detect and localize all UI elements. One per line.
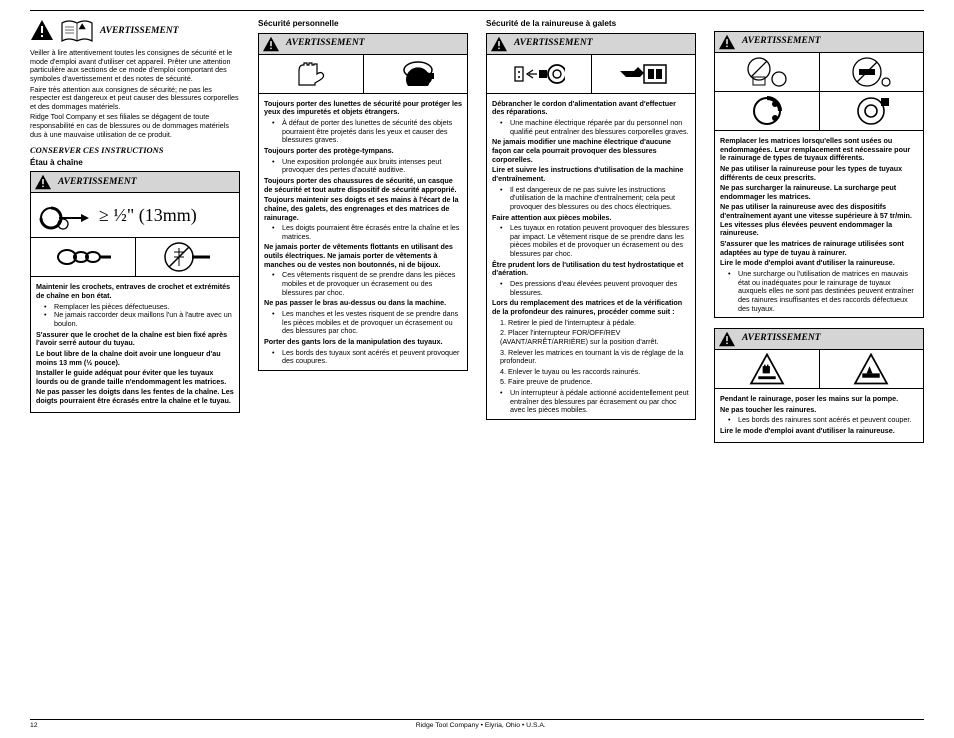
warning-triangle-icon [34,174,52,190]
disc-d6d: 4. Enlever le tuyau ou les raccords rain… [492,368,690,377]
pinch-p1: Pendant le rainurage, poser les mains su… [720,395,918,404]
warn-bar-title: AVERTISSEMENT [514,38,593,49]
chain-l2: S'assurer que le crochet de la chaîne es… [36,331,234,348]
disc-d6a: 1. Retirer le pied de l'interrupteur à p… [492,319,690,328]
ppe-b3t: Toujours porter des chaussures de sécuri… [264,177,462,194]
personal-safety-heading: Sécurité personnelle [258,19,468,29]
hook-spec-icon [35,196,95,234]
disc-d3t: Lire et suivre les instructions d'utilis… [492,166,690,183]
chain-l5: Ne pas passer les doigts dans les fentes… [36,388,234,405]
chain-sub1b: •Ne jamais raccorder deux maillons l'un … [36,311,234,328]
no-wrong-pipe-icon [849,55,893,89]
disc-d1a: Une machine électrique réparée par du pe… [510,119,690,136]
chain-l4: Installer le guide adéquat pour éviter q… [36,369,234,386]
ppe-b4t: Toujours maintenir ses doigts et ses mai… [264,196,462,222]
ppe-b7t: Porter des gants lors de la manipulation… [264,338,462,347]
ppe-b6t: Ne pas passer le bras au-dessus ou dans … [264,299,462,308]
page-number: 12 [30,722,38,730]
pinch-p2: Ne pas toucher les rainures. [720,406,918,415]
warning-triangle-icon [262,36,280,52]
disc-d3a: Il est dangereux de ne pas suivre les in… [510,186,690,212]
warning-triangle-icon [718,331,736,347]
wheel-w1: Remplacer les matrices lorsqu'elles sont… [720,137,918,163]
hand-crush-icon [747,353,787,385]
ppe-b2t: Toujours porter des protège-tympans. [264,147,462,156]
disc-d6c: 3. Relever les matrices en tournant la v… [492,349,690,366]
die-set-icon [849,94,893,128]
wheel-w4: Ne pas utiliser la rainureuse avec des d… [720,203,918,238]
warn-bar-title: AVERTISSEMENT [286,38,365,49]
unplug-icon [513,59,565,89]
warning-triangle-icon [490,36,508,52]
disc-d6t: Lors du remplacement des matrices et de … [492,299,690,316]
disc-d4t: Faire attention aux pièces mobiles. [492,214,690,223]
wrench-machine-icon [616,59,670,89]
ppe-b1a: À défaut de porter des lunettes de sécur… [282,119,462,145]
wheel-w7: Une surcharge ou l'utilisation de matric… [738,270,918,313]
intro-p2: Faire très attention aux consignes de sé… [30,86,240,112]
hand-cut-icon [851,353,891,385]
no-overload-icon [745,55,789,89]
chain-vise-heading: Étau à chaîne [30,158,240,168]
warning-triangle-icon [718,34,736,50]
ppe-b7a: Les bords des tuyaux sont acérés et peuv… [282,349,462,366]
disc-d6b: 2. Placer l'interrupteur FOR/OFF/REV (AV… [492,329,690,346]
chain-l1: Maintenir les crochets, entraves de croc… [36,283,234,300]
disc-d4a: Les tuyaux en rotation peuvent provoquer… [510,224,690,259]
spec-text: ≥ ½" (13mm) [99,205,197,227]
roller-icon [745,94,789,128]
disc-d2t: Ne jamais modifier une machine électriqu… [492,138,690,164]
groover-safety-heading: Sécurité de la rainureuse à galets [486,19,696,29]
wheel-warn-box: AVERTISSEMENT [714,31,924,318]
manual-icon [60,19,94,45]
pinch-p3: Les bords des rainures sont acérés et pe… [738,416,911,425]
ppe-b2a: Une exposition prolongée aux bruits inte… [282,158,462,175]
wheel-w6: Lire le mode d'emploi avant d'utiliser l… [720,259,918,268]
warning-triangle-icon [30,19,54,41]
disc-d1t: Débrancher le cordon d'alimentation avan… [492,100,690,117]
disc-d5t: Être prudent lors de l'utilisation du te… [492,261,690,278]
chain-l3: Le bout libre de la chaîne doit avoir un… [36,350,234,367]
ppe-b5a: Ces vêtements risquent de se prendre dan… [282,271,462,297]
intro-p3: Ridge Tool Company et ses filiales se dé… [30,113,240,139]
disc-d5a: Des pressions d'eau élevées peuvent prov… [510,280,690,297]
ppe-b1t: Toujours porter des lunettes de sécurité… [264,100,462,117]
warn-bar-title: AVERTISSEMENT [58,177,137,188]
ppe-b4a: Les doigts pourraient être écrasés entre… [282,224,462,241]
warn-bar-title: AVERTISSEMENT [742,333,821,344]
chain-warn-box: AVERTISSEMENT ≥ ½" (13mm) [30,171,240,412]
wheel-w2: Ne pas utiliser la rainureuse pour les t… [720,165,918,182]
disc-d6f: Un interrupteur à pédale actionné accide… [510,389,690,415]
footer-center: Ridge Tool Company • Elyria, Ohio • U.S.… [416,722,546,730]
disc-warn-box: AVERTISSEMENT [486,33,696,420]
no-finger-icon [162,240,212,274]
ppe-b6a: Les manches et les vestes risquent de se… [282,310,462,336]
wheel-w3: Ne pas surcharger la rainureuse. La surc… [720,184,918,201]
warning-heading: AVERTISSEMENT [100,26,179,37]
head-protection-icon [390,58,440,90]
pinch-p4: Lire le mode d'emploi avant d'utiliser l… [720,427,918,436]
page-footer: 12 Ridge Tool Company • Elyria, Ohio • U… [30,717,924,730]
ppe-warn-box: AVERTISSEMENT [258,33,468,371]
gloves-icon [291,59,331,89]
ppe-b5t: Ne jamais porter de vêtements flottants … [264,243,462,269]
wheel-w5: S'assurer que les matrices de rainurage … [720,240,918,257]
save-instructions: CONSERVER CES INSTRUCTIONS [30,145,240,155]
intro-p1: Veiller à lire attentivement toutes les … [30,49,240,84]
pinch-warn-box: AVERTISSEMENT Pendant le [714,328,924,443]
warn-bar-title: AVERTISSEMENT [742,36,821,47]
chain-hook-icon [53,242,113,272]
disc-d6e: 5. Faire preuve de prudence. [492,378,690,387]
